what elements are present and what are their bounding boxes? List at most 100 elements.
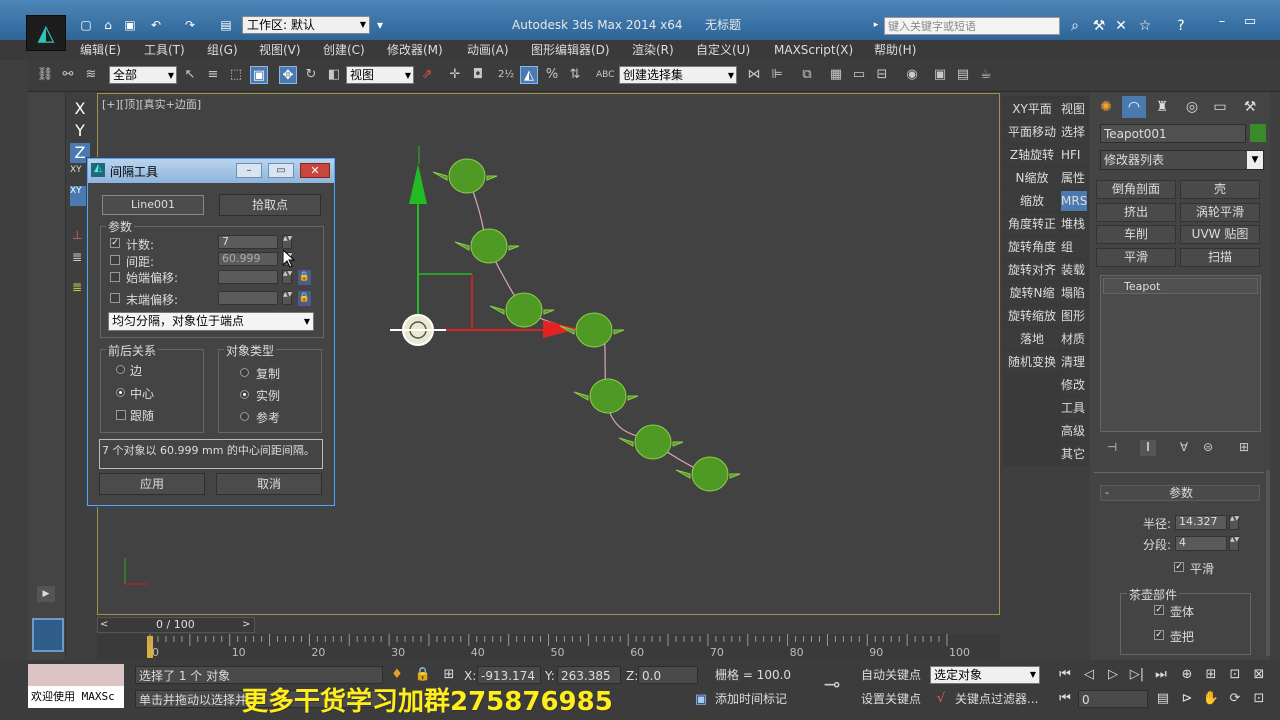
- workspace-dropdown[interactable]: 工作区: 默认: [242, 16, 370, 34]
- show-end-result-icon[interactable]: I: [1140, 440, 1156, 456]
- path-button[interactable]: Line001: [102, 195, 204, 215]
- axis-xy-plane-icon[interactable]: XY: [70, 186, 88, 206]
- menu-animation[interactable]: 动画(A): [467, 42, 509, 58]
- material-editor-icon[interactable]: ◉: [903, 66, 921, 84]
- percent-snap-icon[interactable]: %: [543, 66, 561, 84]
- orbit-icon[interactable]: ⟳: [1224, 690, 1246, 708]
- expand-arrow-icon[interactable]: ▶: [37, 586, 55, 602]
- select-scale-icon[interactable]: ◧: [325, 66, 343, 84]
- favorites-star-icon[interactable]: ☆: [1136, 17, 1154, 35]
- isolate-selection-icon[interactable]: ♦: [386, 666, 408, 684]
- field-of-view-icon[interactable]: ⊳: [1176, 690, 1198, 708]
- select-move-icon[interactable]: ✥: [279, 66, 297, 84]
- start-offset-spinner[interactable]: ▲▼: [282, 270, 292, 284]
- absolute-mode-icon[interactable]: ⊞: [438, 666, 460, 684]
- script-button-col2[interactable]: 图形: [1061, 306, 1087, 326]
- next-frame-icon[interactable]: ▷|: [1126, 666, 1148, 684]
- time-slider[interactable]: < 0 / 100 >: [97, 617, 255, 633]
- graphite-ribbon-icon[interactable]: ▦: [827, 66, 845, 84]
- menu-edit[interactable]: 编辑(E): [80, 42, 121, 58]
- render-production-icon[interactable]: ☕: [977, 66, 995, 84]
- angle-snap-icon[interactable]: ◭: [520, 66, 538, 84]
- menu-customize[interactable]: 自定义(U): [696, 42, 750, 58]
- maxscript-listener-input[interactable]: 欢迎使用 MAXSc: [28, 686, 124, 708]
- restore-icon[interactable]: ▭: [1236, 12, 1264, 32]
- add-time-tag[interactable]: 添加时间标记: [712, 690, 804, 708]
- start-lock-icon[interactable]: 🔒: [298, 270, 311, 285]
- pivot-center-icon[interactable]: ⇗: [418, 66, 436, 84]
- bind-space-warp-icon[interactable]: ≋: [82, 66, 100, 84]
- new-file-icon[interactable]: ▢: [78, 18, 94, 32]
- modifier-button-sweep[interactable]: 扫描: [1180, 248, 1260, 267]
- radius-spinner[interactable]: ▲▼: [1229, 515, 1239, 530]
- script-button-col2[interactable]: 其它: [1061, 444, 1087, 464]
- copy-radio[interactable]: [240, 368, 249, 377]
- select-by-name-icon[interactable]: ≡: [204, 66, 222, 84]
- selection-filter-dropdown[interactable]: 全部: [109, 66, 177, 84]
- pan-view-icon[interactable]: ✋: [1200, 690, 1222, 708]
- reference-radio[interactable]: [240, 412, 249, 421]
- segments-input[interactable]: 4: [1175, 536, 1227, 551]
- axis-y[interactable]: Y: [70, 121, 90, 141]
- count-spinner[interactable]: ▲▼: [282, 235, 292, 249]
- make-unique-icon[interactable]: ∀: [1176, 440, 1192, 456]
- subscription-icon[interactable]: ⚒: [1090, 17, 1108, 35]
- time-prev-icon[interactable]: <: [100, 619, 108, 630]
- modifier-button-lathe[interactable]: 车削: [1096, 225, 1176, 244]
- motion-tab-icon[interactable]: ◎: [1180, 96, 1204, 118]
- set-key-button[interactable]: 设置关键点: [858, 690, 926, 708]
- script-button-col1[interactable]: 角度转正: [1004, 214, 1060, 234]
- unlink-icon[interactable]: ⚯: [59, 66, 77, 84]
- binoculars-icon[interactable]: ⌕: [1066, 17, 1084, 35]
- instance-radio[interactable]: [240, 390, 249, 399]
- count-checkbox[interactable]: ✓: [110, 238, 120, 248]
- modifier-button-turbosmooth[interactable]: 涡轮平滑: [1180, 203, 1260, 222]
- script-button-col2[interactable]: 塌陷: [1061, 283, 1087, 303]
- dialog-minimize-icon[interactable]: –: [236, 163, 262, 178]
- pick-points-button[interactable]: 拾取点: [219, 194, 321, 216]
- script-button-col1[interactable]: 缩放: [1004, 191, 1060, 211]
- pin-stack-icon[interactable]: ⊣: [1104, 440, 1120, 456]
- body-checkbox[interactable]: ✓: [1154, 605, 1164, 615]
- goto-start-icon[interactable]: ⏮: [1054, 666, 1076, 684]
- script-button-col1[interactable]: 旋转N缩: [1004, 283, 1060, 303]
- layer-manager-icon[interactable]: ⧉: [798, 66, 816, 84]
- zoom-extents-all-icon[interactable]: ⊠: [1248, 666, 1270, 684]
- key-filters-button[interactable]: 关键点过滤器...: [952, 690, 1044, 708]
- distribution-dropdown[interactable]: 均匀分隔，对象位于端点 ▼: [108, 312, 314, 331]
- axis-xy-icon[interactable]: XY: [70, 165, 88, 181]
- modifier-button-bevel-profile[interactable]: 倒角剖面: [1096, 180, 1176, 199]
- remove-modifier-icon[interactable]: ⊜: [1200, 440, 1216, 456]
- radius-input[interactable]: 14.327: [1175, 515, 1227, 530]
- handle-checkbox[interactable]: ✓: [1154, 630, 1164, 640]
- modifier-button-smooth[interactable]: 平滑: [1096, 248, 1176, 267]
- viewport-thumbnail-icon[interactable]: [32, 618, 64, 652]
- dialog-maximize-icon[interactable]: ▭: [268, 163, 294, 178]
- command-panel-scrollbar[interactable]: [1266, 470, 1270, 656]
- script-button-col1[interactable]: 旋转角度: [1004, 237, 1060, 257]
- align-icon[interactable]: ⊫: [768, 66, 786, 84]
- script-button-col2[interactable]: 属性: [1061, 168, 1087, 188]
- start-offset-input[interactable]: [218, 270, 278, 284]
- create-tab-icon[interactable]: ✺: [1094, 96, 1118, 118]
- select-manipulate-icon[interactable]: ✛: [446, 66, 464, 84]
- quick-access-menu-icon[interactable]: ▾: [372, 18, 388, 32]
- zoom-icon[interactable]: ⊕: [1176, 666, 1198, 684]
- hierarchy-tab-icon[interactable]: ♜: [1150, 96, 1174, 118]
- modifier-list-dropdown[interactable]: 修改器列表 ▼: [1100, 150, 1264, 170]
- x-coord-input[interactable]: -913.174: [477, 666, 541, 684]
- script-button-col2[interactable]: 高级: [1061, 421, 1087, 441]
- menu-graph-editors[interactable]: 图形编辑器(D): [531, 42, 610, 58]
- app-logo-icon[interactable]: ◭: [26, 15, 66, 51]
- script-button-col2[interactable]: HFI: [1061, 145, 1087, 165]
- stack-item-teapot[interactable]: Teapot: [1103, 278, 1258, 294]
- script-button-col2[interactable]: 组: [1061, 237, 1087, 257]
- axis-x[interactable]: X: [70, 99, 90, 119]
- script-button-col2[interactable]: 修改: [1061, 375, 1087, 395]
- spacing-checkbox[interactable]: [110, 255, 120, 265]
- y-coord-input[interactable]: 263.385: [557, 666, 621, 684]
- auto-key-button[interactable]: 自动关键点: [858, 666, 926, 684]
- object-color-swatch[interactable]: [1250, 124, 1266, 142]
- end-offset-checkbox[interactable]: [110, 293, 120, 303]
- modifier-button-extrude[interactable]: 挤出: [1096, 203, 1176, 222]
